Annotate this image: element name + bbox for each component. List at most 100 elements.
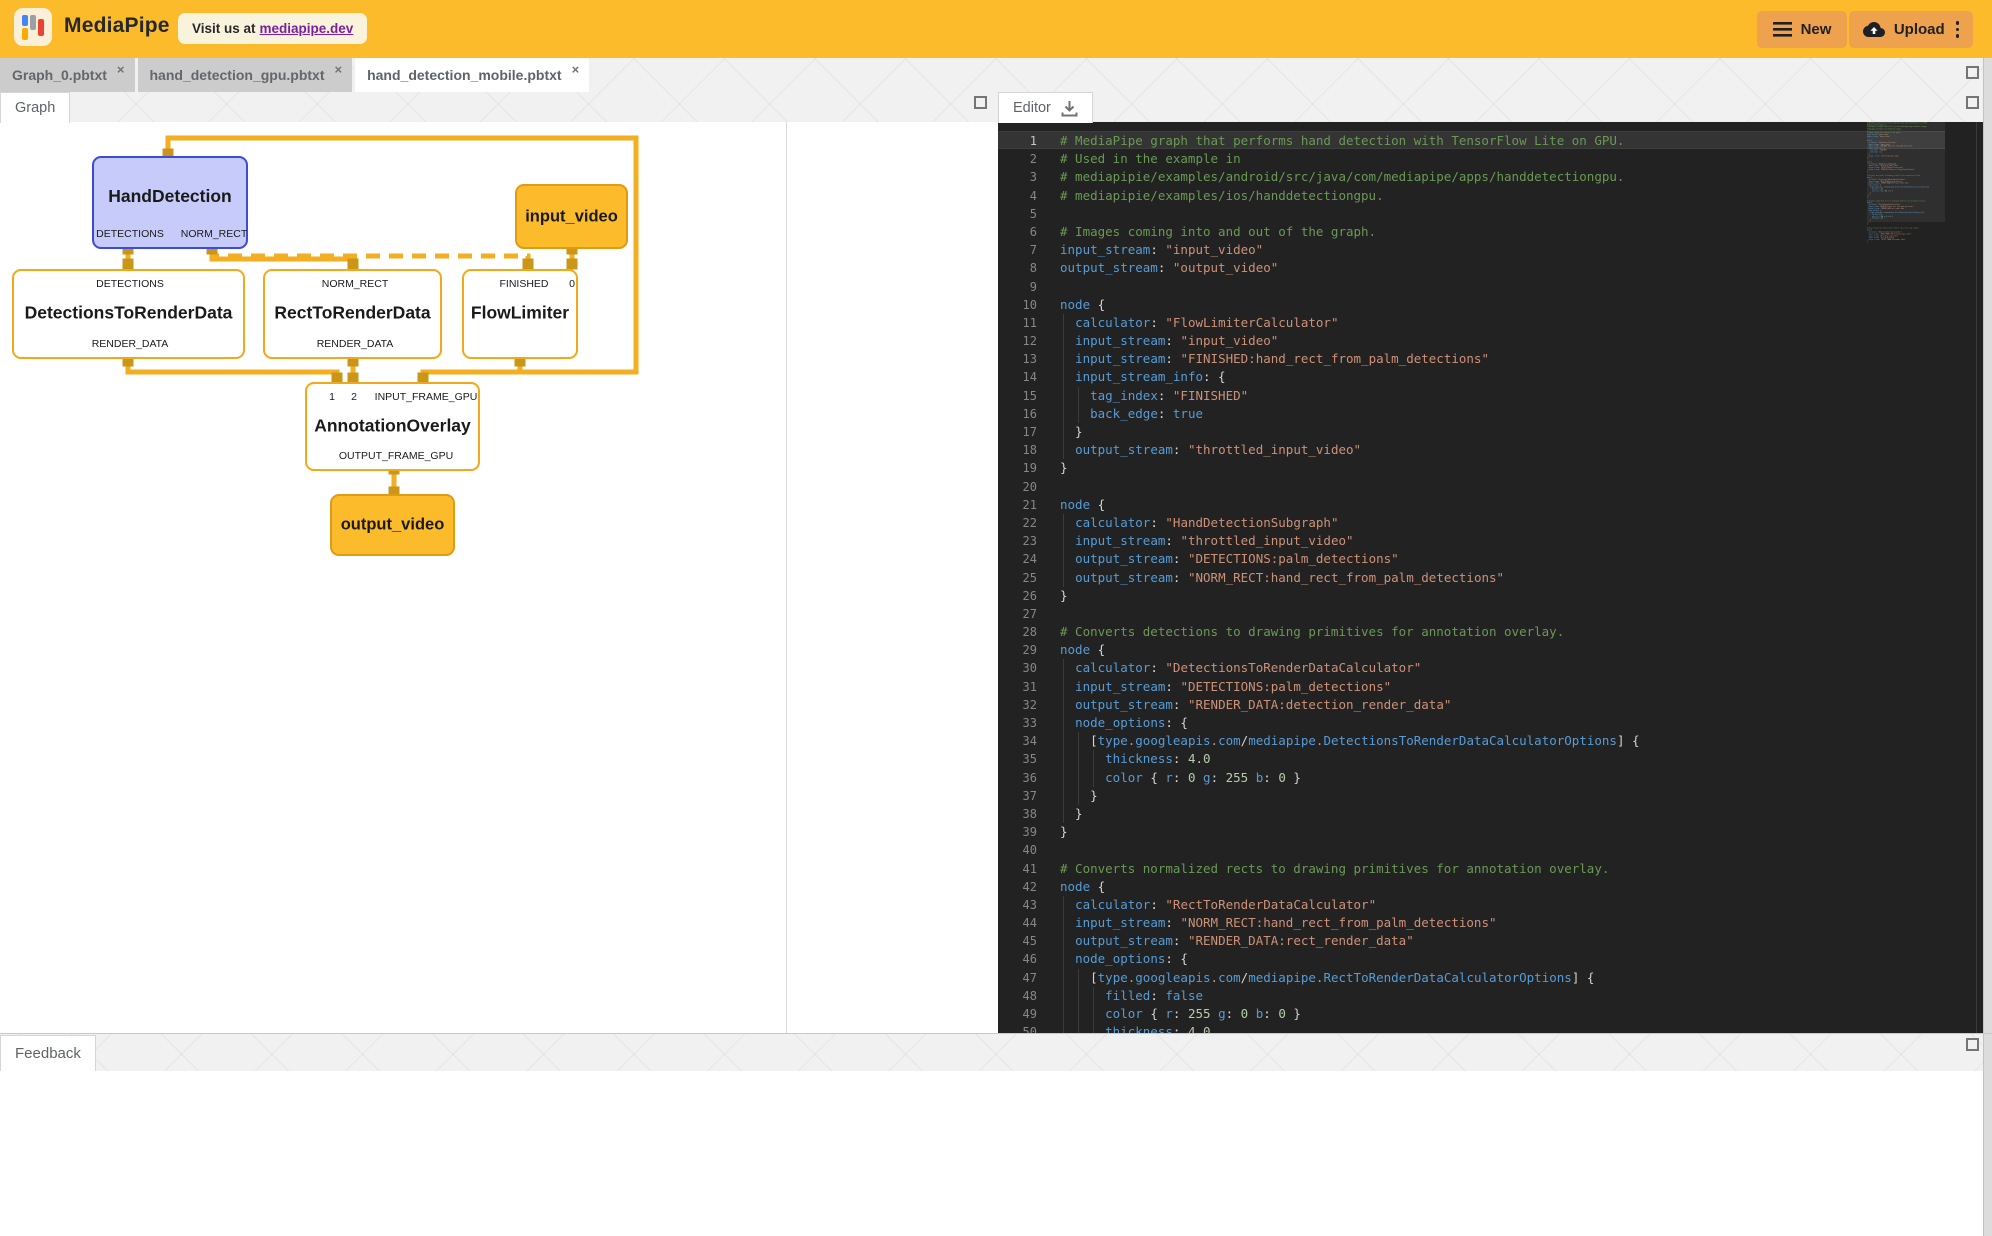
code-line: node {	[1060, 496, 1860, 514]
code-line: output_stream: "output_video"	[1060, 259, 1860, 277]
line-number: 15	[998, 387, 1060, 405]
code-line	[1060, 841, 1860, 859]
code-editor[interactable]: 1234567891011121314151617181920212223242…	[998, 122, 1983, 1033]
line-number: 2	[998, 150, 1060, 168]
line-number: 4	[998, 187, 1060, 205]
port-label: NORM_RECT	[181, 228, 248, 240]
tab-graph[interactable]: Graph	[0, 92, 70, 123]
code-line: # MediaPipe graph that performs hand det…	[1060, 132, 1860, 150]
code-line: node_options: {	[1060, 714, 1860, 732]
minimap[interactable]: # MediaPipe graph that performs hand det…	[1867, 122, 1945, 1033]
graph-node-hand-detection[interactable]: HandDetectionDETECTIONSNORM_RECT	[92, 156, 248, 249]
code-line: color { r: 255 g: 0 b: 0 }	[1060, 1005, 1860, 1023]
code-content[interactable]: # MediaPipe graph that performs hand det…	[1060, 132, 1860, 1033]
graph-canvas[interactable]: HandDetectionDETECTIONSNORM_RECTinput_vi…	[0, 122, 998, 1033]
code-line: }	[1060, 787, 1860, 805]
line-number: 31	[998, 678, 1060, 696]
code-line: input_stream: "NORM_RECT:hand_rect_from_…	[1060, 914, 1860, 932]
code-line: output_stream: "RENDER_DATA:detection_re…	[1060, 696, 1860, 714]
code-line: calculator: "DetectionsToRenderDataCalcu…	[1060, 659, 1860, 677]
line-number: 25	[998, 569, 1060, 587]
code-line: # Converts detections to drawing primiti…	[1060, 623, 1860, 641]
download-icon[interactable]	[1061, 100, 1078, 117]
close-tab-icon[interactable]: ×	[117, 62, 125, 77]
upload-button[interactable]: Upload	[1849, 11, 1973, 48]
mediapipe-dev-link[interactable]: mediapipe.dev	[260, 21, 354, 36]
code-line: input_stream: "throttled_input_video"	[1060, 532, 1860, 550]
mediapipe-visualizer: MediaPipe Visit us at mediapipe.dev New …	[0, 0, 1992, 1236]
expand-editor-panel-icon[interactable]	[1966, 96, 1979, 109]
expand-graph-panel-icon[interactable]	[974, 96, 987, 109]
code-line: filled: false	[1060, 987, 1860, 1005]
node-title: FlowLimiter	[464, 303, 576, 324]
close-tab-icon[interactable]: ×	[335, 62, 343, 77]
code-line: output_stream: "throttled_input_video"	[1060, 441, 1860, 459]
window-scrollbar-gutter[interactable]	[1983, 58, 1992, 1236]
file-tab-hand-detection-mobile-pbtxt[interactable]: hand_detection_mobile.pbtxt ×	[355, 58, 589, 92]
menu-icon	[1773, 22, 1792, 37]
file-tab-label: Graph_0.pbtxt	[12, 67, 107, 83]
line-number: 9	[998, 278, 1060, 296]
code-line: # Used in the example in	[1060, 150, 1860, 168]
more-options-icon[interactable]	[1956, 21, 1960, 38]
code-line: thickness: 4.0	[1060, 1023, 1860, 1033]
line-number: 50	[998, 1023, 1060, 1033]
line-number: 28	[998, 623, 1060, 641]
close-tab-icon[interactable]: ×	[572, 62, 580, 77]
file-tab-graph-0-pbtxt[interactable]: Graph_0.pbtxt ×	[0, 58, 135, 92]
new-button[interactable]: New	[1757, 11, 1847, 48]
line-number: 6	[998, 223, 1060, 241]
line-number-gutter: 1234567891011121314151617181920212223242…	[998, 132, 1060, 1033]
port-label: DETECTIONS	[96, 278, 164, 290]
code-line: }	[1060, 805, 1860, 823]
line-number: 21	[998, 496, 1060, 514]
tab-feedback[interactable]: Feedback	[0, 1035, 96, 1071]
expand-window-icon[interactable]	[1966, 66, 1979, 79]
editor-scrollbar[interactable]	[1976, 122, 1977, 1033]
expand-feedback-panel-icon[interactable]	[1966, 1038, 1979, 1051]
line-number: 27	[998, 605, 1060, 623]
code-line: output_stream: "DETECTIONS:palm_detectio…	[1060, 550, 1860, 568]
graph-node-rect-to-render-data[interactable]: RectToRenderDataNORM_RECTRENDER_DATA	[263, 269, 442, 359]
graph-node-flow-limiter[interactable]: FlowLimiterFINISHED0	[462, 269, 578, 359]
graph-tab-label: Graph	[15, 100, 55, 116]
graph-node-input-video[interactable]: input_video	[515, 184, 628, 249]
port-label: RENDER_DATA	[92, 338, 169, 350]
line-number: 22	[998, 514, 1060, 532]
line-number: 26	[998, 587, 1060, 605]
code-line: }	[1060, 587, 1860, 605]
code-line: calculator: "FlowLimiterCalculator"	[1060, 314, 1860, 332]
node-title: RectToRenderData	[265, 303, 440, 324]
code-line: node_options: {	[1060, 950, 1860, 968]
upload-button-label: Upload	[1894, 21, 1945, 38]
panel-divider[interactable]	[786, 122, 787, 1033]
code-line: input_stream: "input_video"	[1060, 332, 1860, 350]
graph-node-output-video[interactable]: output_video	[330, 494, 455, 556]
line-number: 39	[998, 823, 1060, 841]
line-number: 42	[998, 878, 1060, 896]
file-tab-strip: Graph_0.pbtxt×hand_detection_gpu.pbtxt×h…	[0, 58, 592, 92]
graph-node-annotation-overlay[interactable]: AnnotationOverlay12INPUT_FRAME_GPUOUTPUT…	[305, 382, 480, 471]
line-number: 19	[998, 459, 1060, 477]
graph-node-detections-to-render-data[interactable]: DetectionsToRenderData DETECTIONS RENDER_D…	[12, 269, 245, 359]
node-title: DetectionsToRenderData	[14, 303, 243, 324]
port-label: DETECTIONS	[96, 228, 164, 240]
line-number: 16	[998, 405, 1060, 423]
file-tab-label: hand_detection_mobile.pbtxt	[367, 67, 561, 83]
code-line: input_stream_info: {	[1060, 368, 1860, 386]
editor-tab-label: Editor	[1013, 100, 1051, 116]
file-tab-hand-detection-gpu-pbtxt[interactable]: hand_detection_gpu.pbtxt×	[138, 58, 353, 92]
line-number: 40	[998, 841, 1060, 859]
code-line: # mediapipie/examples/android/src/java/c…	[1060, 168, 1860, 186]
minimap-viewport[interactable]	[1867, 122, 1945, 222]
line-number: 17	[998, 423, 1060, 441]
code-line	[1060, 205, 1860, 223]
node-title: AnnotationOverlay	[307, 415, 478, 436]
code-line: output_stream: "RENDER_DATA:rect_render_…	[1060, 932, 1860, 950]
line-number: 33	[998, 714, 1060, 732]
code-line: node {	[1060, 641, 1860, 659]
line-number: 44	[998, 914, 1060, 932]
code-line: }	[1060, 423, 1860, 441]
code-line: calculator: "RectToRenderDataCalculator"	[1060, 896, 1860, 914]
tab-editor[interactable]: Editor	[998, 92, 1093, 123]
